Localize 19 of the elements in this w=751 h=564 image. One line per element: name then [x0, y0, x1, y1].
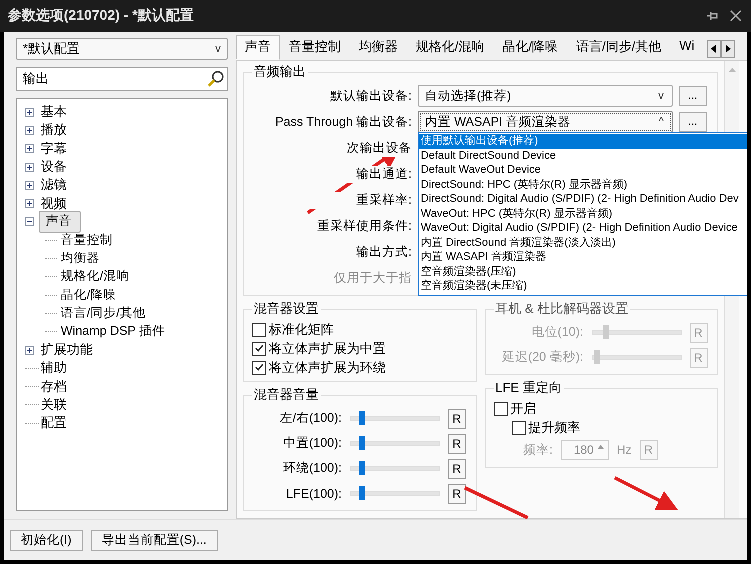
slider-label: LFE(100):: [285, 486, 342, 500]
group-title: 混音器音量: [253, 386, 320, 404]
slider-label: 延迟(20 毫秒):: [501, 349, 584, 366]
checkbox-label: 将立体声扩展为中置: [269, 340, 386, 358]
window-title: 参数选项(210702) - *默认配置: [8, 7, 195, 25]
field-label: 频率:: [524, 442, 553, 458]
checkbox-label: 开启: [510, 400, 536, 418]
group-title: 混音器设置: [253, 300, 320, 318]
checkbox-label: 标准化矩阵: [269, 320, 334, 338]
slider-label: 电位(10):: [530, 324, 584, 341]
group-title: LFE 重定向: [494, 379, 563, 397]
slider-label: 中置(100):: [282, 435, 342, 452]
checkbox-label: 提升频率: [528, 418, 580, 436]
slider-label: 环绕(100):: [282, 460, 342, 477]
group-title: 耳机 & 杜比解码器设置: [494, 300, 630, 318]
checkbox-label: 将立体声扩展为环绕: [269, 358, 386, 376]
unit-label: Hz: [616, 443, 632, 457]
group-title: 音频输出: [253, 63, 307, 81]
slider-label: 左/右(100):: [278, 410, 342, 427]
